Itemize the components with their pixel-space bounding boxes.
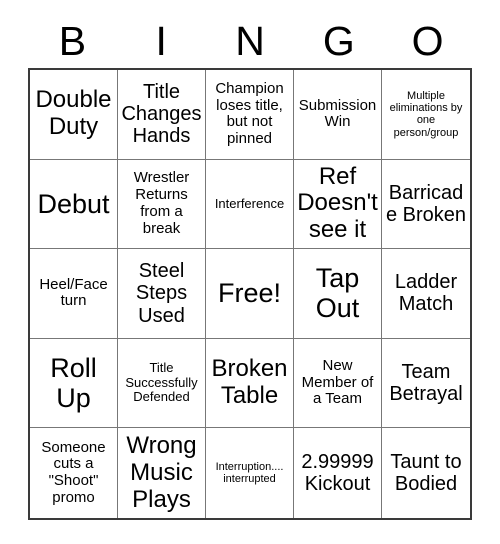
bingo-cell-label: Barricade Broken — [385, 181, 467, 226]
bingo-cell[interactable]: 2.99999 Kickout — [294, 428, 382, 518]
bingo-cell-label: Wrestler Returns from a break — [133, 169, 190, 237]
bingo-cell[interactable]: Roll Up — [30, 338, 118, 429]
bingo-cell[interactable]: Submission Win — [294, 70, 382, 160]
bingo-cell-label: Team Betrayal — [389, 360, 463, 406]
bingo-header-letter-i: I — [155, 17, 167, 64]
bingo-cell-label: Broken Table — [211, 355, 288, 410]
bingo-cell[interactable]: Interruption.... interrupted — [206, 428, 294, 518]
bingo-cell-label: Someone cuts a "Shoot" promo — [41, 438, 106, 506]
bingo-cell-label: Double Duty — [35, 86, 112, 141]
bingo-header-letter-n: N — [235, 17, 265, 64]
bingo-cell-label: Steel Steps Used — [135, 259, 188, 327]
bingo-cell[interactable]: Tap Out — [294, 249, 382, 339]
bingo-cell[interactable]: Champion loses title, but not pinned — [206, 70, 294, 160]
bingo-cell[interactable]: Broken Table — [206, 338, 294, 429]
bingo-cell-label: 2.99999 Kickout — [301, 450, 374, 496]
bingo-cell-label: Taunt to Bodied — [390, 450, 462, 496]
bingo-cell-free[interactable]: Free! — [206, 249, 294, 339]
bingo-cell[interactable]: Ladder Match — [382, 249, 470, 339]
bingo-cell[interactable]: Barricade Broken — [382, 159, 470, 250]
bingo-cell[interactable]: Wrestler Returns from a break — [118, 159, 206, 250]
bingo-cell[interactable]: Multiple eliminations by one person/grou… — [382, 70, 470, 160]
bingo-cell[interactable]: Someone cuts a "Shoot" promo — [30, 428, 118, 518]
bingo-header-letter-b: B — [58, 17, 87, 64]
bingo-cell[interactable]: New Member of a Team — [294, 338, 382, 429]
bingo-cell-label: Debut — [37, 188, 110, 219]
bingo-card: B I N G O Double Duty Title Changes Hand… — [0, 0, 500, 544]
bingo-cell-label: Roll Up — [50, 352, 97, 414]
bingo-grid: Double Duty Title Changes Hands Champion… — [28, 68, 472, 520]
bingo-cell[interactable]: Debut — [30, 159, 118, 250]
bingo-cell-label: Ladder Match — [394, 271, 458, 316]
bingo-cell[interactable]: Double Duty — [30, 70, 118, 160]
bingo-cell-label: Champion loses title, but not pinned — [215, 79, 284, 148]
bingo-cell[interactable]: Team Betrayal — [382, 338, 470, 429]
bingo-cell-label: Multiple eliminations by one person/grou… — [389, 89, 463, 139]
bingo-cell-label: Title Changes Hands — [121, 80, 202, 148]
bingo-cell-label: Wrong Music Plays — [126, 431, 197, 513]
bingo-cell[interactable]: Taunt to Bodied — [382, 428, 470, 518]
bingo-cell[interactable]: Title Successfully Defended — [118, 338, 206, 429]
bingo-cell[interactable]: Heel/Face turn — [30, 249, 118, 339]
bingo-cell-label: Submission Win — [298, 96, 377, 131]
bingo-cell-label: Ref Doesn't see it — [297, 162, 378, 244]
bingo-header-row: B I N G O — [28, 14, 472, 68]
bingo-cell-label: Tap Out — [315, 263, 360, 324]
bingo-cell-label: Interference — [214, 195, 285, 211]
bingo-cell-label: New Member of a Team — [301, 356, 374, 408]
bingo-cell-label: Free! — [217, 278, 282, 309]
bingo-cell[interactable]: Steel Steps Used — [118, 249, 206, 339]
bingo-cell[interactable]: Title Changes Hands — [118, 70, 206, 160]
bingo-header-letter-o: O — [411, 17, 444, 64]
bingo-cell[interactable]: Ref Doesn't see it — [294, 159, 382, 250]
bingo-cell-label: Interruption.... interrupted — [215, 460, 284, 486]
bingo-cell[interactable]: Interference — [206, 159, 294, 250]
bingo-cell-label: Heel/Face turn — [39, 275, 108, 310]
bingo-cell-label: Title Successfully Defended — [125, 360, 198, 405]
bingo-cell[interactable]: Wrong Music Plays — [118, 428, 206, 518]
bingo-header-letter-g: G — [322, 17, 355, 64]
